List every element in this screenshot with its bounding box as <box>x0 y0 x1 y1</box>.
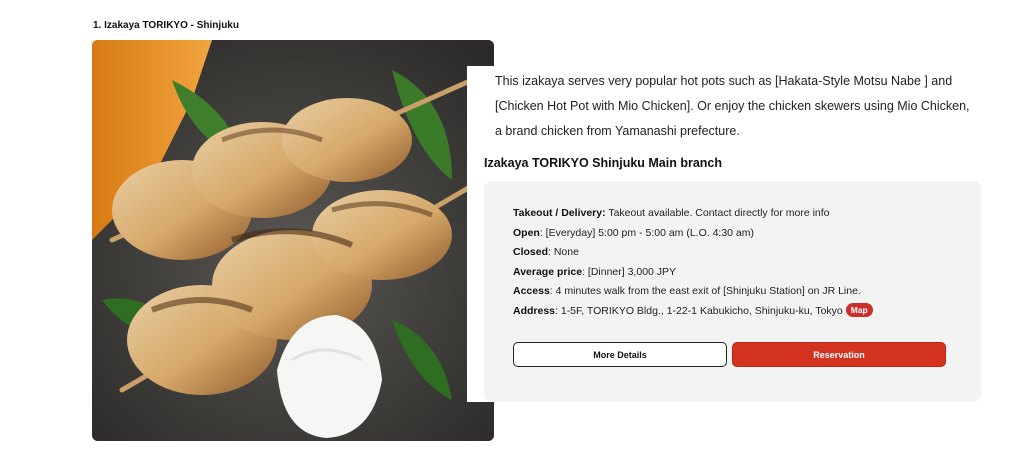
more-details-label: More Details <box>593 349 647 360</box>
info-row-takeout: Takeout / Delivery: Takeout available. C… <box>513 204 873 224</box>
branch-name: Izakaya TORIKYO Shinjuku Main branch <box>484 156 723 170</box>
info-row-access: Access: 4 minutes walk from the east exi… <box>513 282 873 302</box>
map-link-badge[interactable]: Map <box>845 302 873 317</box>
reservation-label: Reservation <box>813 349 865 360</box>
open-value: : [Everyday] 5:00 pm - 5:00 am (L.O. 4:3… <box>539 226 755 239</box>
price-value: : [Dinner] 3,000 JPY <box>582 265 677 278</box>
page: 1. Izakaya TORIKYO - Shinjuku This izaka… <box>0 0 1026 466</box>
info-row-price: Average price: [Dinner] 3,000 JPY <box>513 263 873 283</box>
address-value: : 1-5F, TORIKYO Bldg., 1-22-1 Kabukicho,… <box>555 304 843 317</box>
more-details-button[interactable]: More Details <box>513 342 727 367</box>
info-list: Takeout / Delivery: Takeout available. C… <box>513 204 873 321</box>
access-label: Access <box>513 285 550 297</box>
takeout-label: Takeout / Delivery: <box>513 207 606 219</box>
listing-description: This izakaya serves very popular hot pot… <box>495 74 970 138</box>
reservation-button[interactable]: Reservation <box>732 342 946 367</box>
info-row-closed: Closed: None <box>513 243 873 263</box>
takeout-value: Takeout available. Contact directly for … <box>605 207 830 219</box>
chicken-skewer-photo <box>92 40 494 441</box>
info-row-address: Address: 1-5F, TORIKYO Bldg., 1-22-1 Kab… <box>513 302 873 322</box>
open-label: Open <box>513 226 540 239</box>
listing-title: 1. Izakaya TORIKYO - Shinjuku <box>93 20 239 31</box>
closed-value: : None <box>548 246 579 258</box>
info-row-open: Open: [Everyday] 5:00 pm - 5:00 am (L.O.… <box>513 224 873 244</box>
price-label: Average price <box>513 265 583 278</box>
address-label: Address <box>513 304 556 317</box>
closed-label: Closed <box>513 246 549 258</box>
access-value: : 4 minutes walk from the east exit of [… <box>549 285 861 297</box>
